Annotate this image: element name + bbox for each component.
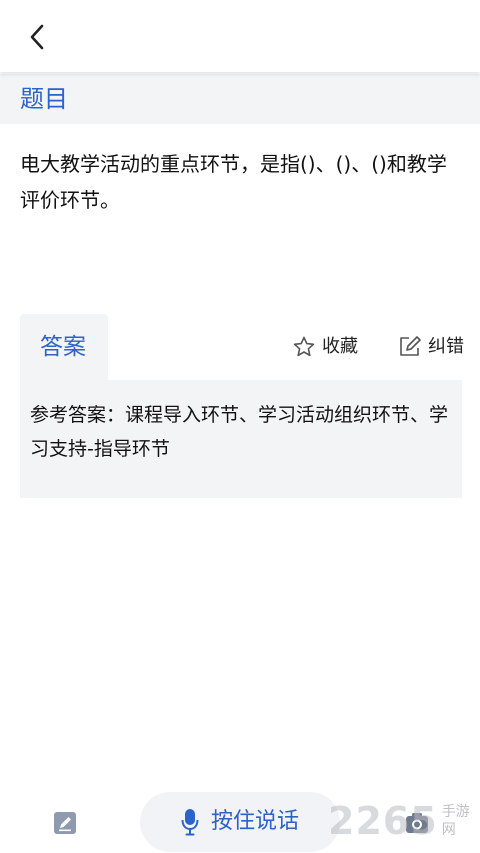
back-button[interactable] (22, 22, 52, 52)
edit-square-icon (400, 336, 421, 356)
microphone-icon (181, 809, 199, 836)
note-button[interactable] (52, 810, 78, 836)
question-detail-page: 题目 电大教学活动的重点环节，是指()、()、()和教学评价环节。 答案 收藏 … (0, 0, 480, 853)
hold-to-talk-button[interactable]: 按住说话 (140, 792, 340, 852)
hold-to-talk-label: 按住说话 (210, 809, 299, 834)
answer-tab-label: 答案 (40, 334, 86, 360)
answer-tab[interactable]: 答案 (20, 314, 108, 380)
question-section-header: 题目 (0, 74, 480, 124)
chevron-left-icon (30, 24, 44, 50)
favorite-button[interactable]: 收藏 (292, 332, 358, 362)
question-text: 电大教学活动的重点环节，是指()、()、()和教学评价环节。 (20, 152, 447, 212)
report-error-button[interactable]: 纠错 (398, 332, 464, 362)
watermark-text: 手游网 (441, 804, 470, 838)
report-error-label: 纠错 (428, 336, 464, 357)
favorite-label: 收藏 (322, 336, 358, 357)
pencil-note-icon (54, 812, 76, 834)
camera-button[interactable] (404, 810, 430, 836)
answer-panel: 参考答案：课程导入环节、学习活动组织环节、学习支持-指导环节 (20, 380, 462, 498)
camera-icon (406, 813, 428, 833)
star-outline-icon (293, 336, 315, 357)
answer-text: 参考答案：课程导入环节、学习活动组织环节、学习支持-指导环节 (30, 404, 449, 460)
question-section-title: 题目 (20, 85, 68, 113)
top-navbar (0, 0, 480, 72)
